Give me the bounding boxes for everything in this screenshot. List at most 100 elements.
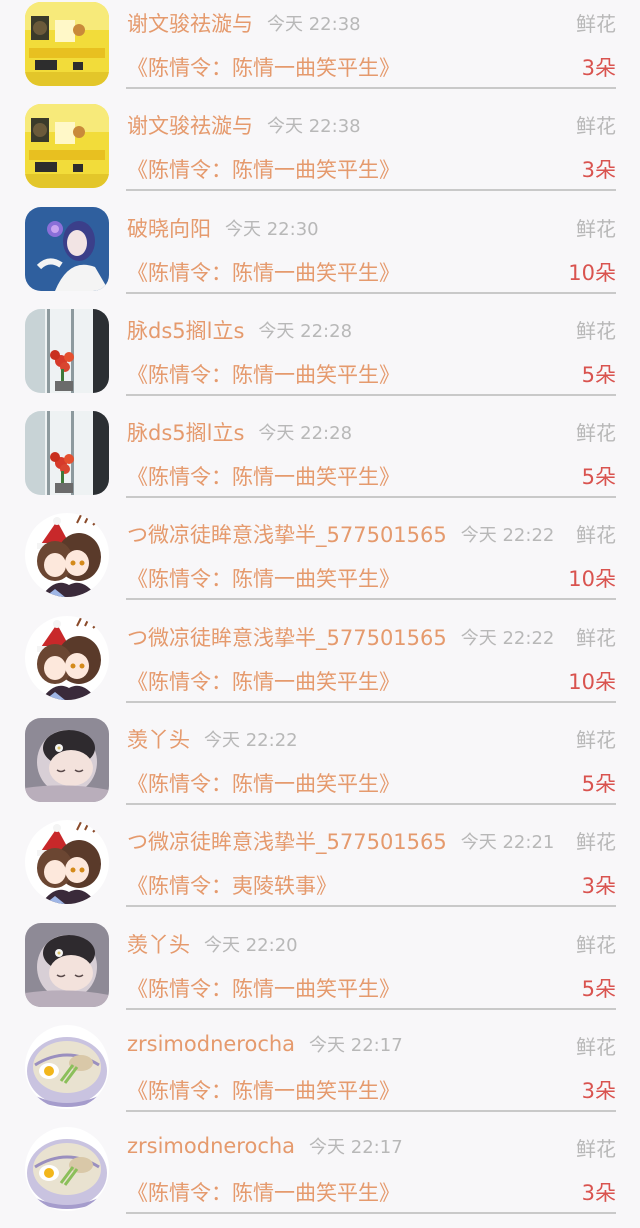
- gift-type-label: 鲜花: [576, 625, 616, 650]
- timestamp: 今天 22:30: [225, 218, 319, 240]
- username[interactable]: 谢文骏祛漩与: [127, 12, 253, 36]
- timestamp: 今天 22:22: [460, 525, 555, 547]
- username[interactable]: つ微凉徒眸意浅挚半_577501565: [127, 626, 447, 650]
- divider: [126, 189, 616, 192]
- gift-count: 3朵: [581, 56, 616, 80]
- book-title-link[interactable]: 《陈情令：陈情一曲笑平生》: [127, 977, 400, 1001]
- book-title-link[interactable]: 《陈情令：陈情一曲笑平生》: [127, 158, 400, 182]
- timestamp: 今天 22:21: [460, 832, 555, 854]
- gift-type-label: 鲜花: [576, 12, 616, 36]
- book-line: 《陈情令：陈情一曲笑平生》 3朵: [127, 1177, 616, 1207]
- book-line: 《陈情令：陈情一曲笑平生》 5朵: [127, 973, 616, 1003]
- user-line: zrsimodnerocha 今天 22:17 鲜花: [127, 1133, 616, 1163]
- username[interactable]: 脉ds5搁l立s: [127, 319, 244, 343]
- list-item[interactable]: 谢文骏祛漩与 今天 22:38 鲜花 《陈情令：陈情一曲笑平生》 3朵: [0, 102, 640, 204]
- list-item[interactable]: 羡丫头 今天 22:22 鲜花 《陈情令：陈情一曲笑平生》 5朵: [0, 716, 640, 818]
- gift-type-label: 鲜花: [576, 1034, 616, 1059]
- divider: [126, 803, 616, 806]
- divider: [126, 496, 616, 499]
- gift-type-label: 鲜花: [576, 421, 616, 446]
- user-line: つ微凉徒眸意浅挚半_577501565 今天 22:22 鲜花: [127, 622, 616, 652]
- user-line: つ微凉徒眸意浅挚半_577501565 今天 22:21 鲜花: [127, 826, 616, 856]
- list-item[interactable]: 羡丫头 今天 22:20 鲜花 《陈情令：陈情一曲笑平生》 5朵: [0, 921, 640, 1023]
- avatar-window-flowers[interactable]: [25, 308, 109, 393]
- book-title-link[interactable]: 《陈情令：陈情一曲笑平生》: [127, 1181, 400, 1205]
- book-title-link[interactable]: 《陈情令：陈情一曲笑平生》: [127, 363, 400, 387]
- book-title-link[interactable]: 《陈情令：陈情一曲笑平生》: [127, 772, 400, 796]
- timestamp: 今天 22:28: [258, 423, 353, 445]
- book-title-link[interactable]: 《陈情令：夷陵轶事》: [127, 874, 337, 898]
- book-title-link[interactable]: 《陈情令：陈情一曲笑平生》: [127, 1079, 400, 1103]
- book-title-link[interactable]: 《陈情令：陈情一曲笑平生》: [127, 56, 400, 80]
- book-title-link[interactable]: 《陈情令：陈情一曲笑平生》: [127, 670, 400, 694]
- gift-count: 10朵: [568, 260, 616, 285]
- user-line: 羡丫头 今天 22:20 鲜花: [127, 929, 616, 959]
- avatar-sleeping-baby[interactable]: [25, 922, 109, 1007]
- book-line: 《陈情令：陈情一曲笑平生》 10朵: [127, 257, 616, 287]
- gift-list: 谢文骏祛漩与 今天 22:38 鲜花 《陈情令：陈情一曲笑平生》 3朵 谢文骏祛漩…: [0, 0, 640, 1228]
- gift-type-label: 鲜花: [576, 830, 616, 855]
- book-title-link[interactable]: 《陈情令：陈情一曲笑平生》: [127, 465, 400, 489]
- book-title-link[interactable]: 《陈情令：陈情一曲笑平生》: [127, 261, 400, 285]
- list-item[interactable]: 谢文骏祛漩与 今天 22:38 鲜花 《陈情令：陈情一曲笑平生》 3朵: [0, 0, 640, 102]
- book-line: 《陈情令：陈情一曲笑平生》 5朵: [127, 461, 616, 491]
- divider: [126, 291, 616, 294]
- gift-type-label: 鲜花: [576, 216, 616, 241]
- gift-type-label: 鲜花: [576, 1137, 616, 1162]
- divider: [126, 700, 616, 703]
- timestamp: 今天 22:22: [204, 730, 298, 752]
- username[interactable]: 破晓向阳: [127, 217, 211, 241]
- user-line: zrsimodnerocha 今天 22:17 鲜花: [127, 1031, 616, 1061]
- book-line: 《陈情令：陈情一曲笑平生》 3朵: [127, 154, 616, 184]
- list-item[interactable]: つ微凉徒眸意浅挚半_577501565 今天 22:21 鲜花 《陈情令：夷陵轶事…: [0, 818, 640, 920]
- gift-type-label: 鲜花: [576, 932, 616, 957]
- avatar-blue-girl[interactable]: [25, 206, 109, 291]
- divider: [126, 598, 616, 601]
- username[interactable]: 羡丫头: [127, 728, 190, 752]
- gift-count: 3朵: [581, 1078, 616, 1103]
- list-item[interactable]: つ微凉徒眸意浅挚半_577501565 今天 22:22 鲜花 《陈情令：陈情一曲…: [0, 614, 640, 716]
- list-item[interactable]: 脉ds5搁l立s 今天 22:28 鲜花 《陈情令：陈情一曲笑平生》 5朵: [0, 409, 640, 511]
- book-line: 《陈情令：陈情一曲笑平生》 3朵: [127, 52, 616, 82]
- timestamp: 今天 22:17: [309, 1034, 403, 1056]
- username[interactable]: 羡丫头: [127, 933, 190, 957]
- book-title-link[interactable]: 《陈情令：陈情一曲笑平生》: [127, 567, 400, 591]
- list-item[interactable]: つ微凉徒眸意浅挚半_577501565 今天 22:22 鲜花 《陈情令：陈情一曲…: [0, 511, 640, 613]
- avatar-anime-christmas[interactable]: [25, 513, 109, 598]
- avatar-ramen-bowl[interactable]: [25, 1024, 109, 1109]
- book-line: 《陈情令：陈情一曲笑平生》 10朵: [127, 666, 616, 696]
- gift-type-label: 鲜花: [576, 114, 616, 139]
- avatar-anime-christmas[interactable]: [25, 615, 109, 700]
- list-item[interactable]: 脉ds5搁l立s 今天 22:28 鲜花 《陈情令：陈情一曲笑平生》 5朵: [0, 307, 640, 409]
- divider: [126, 1007, 616, 1010]
- avatar-sleeping-baby[interactable]: [25, 718, 109, 803]
- list-item[interactable]: 破晓向阳 今天 22:30 鲜花 《陈情令：陈情一曲笑平生》 10朵: [0, 205, 640, 307]
- divider: [126, 87, 616, 89]
- avatar-ramen-bowl[interactable]: [25, 1127, 109, 1212]
- timestamp: 今天 22:20: [204, 934, 298, 956]
- username[interactable]: 谢文骏祛漩与: [127, 114, 253, 138]
- username[interactable]: 脉ds5搁l立s: [127, 421, 244, 445]
- user-line: 谢文骏祛漩与 今天 22:38 鲜花: [127, 8, 616, 38]
- user-line: 破晓向阳 今天 22:30 鲜花: [127, 213, 616, 243]
- avatar-yellow-room[interactable]: [25, 104, 109, 189]
- book-line: 《陈情令：夷陵轶事》 3朵: [127, 870, 616, 900]
- username[interactable]: zrsimodnerocha: [127, 1134, 295, 1158]
- list-item[interactable]: zrsimodnerocha 今天 22:17 鲜花 《陈情令：陈情一曲笑平生》 …: [0, 1023, 640, 1125]
- username[interactable]: zrsimodnerocha: [127, 1032, 295, 1056]
- gift-type-label: 鲜花: [576, 523, 616, 548]
- timestamp: 今天 22:22: [460, 627, 555, 649]
- user-line: 谢文骏祛漩与 今天 22:38 鲜花: [127, 110, 616, 140]
- gift-count: 5朵: [581, 362, 616, 387]
- list-item[interactable]: zrsimodnerocha 今天 22:17 鲜花 《陈情令：陈情一曲笑平生》 …: [0, 1125, 640, 1227]
- timestamp: 今天 22:38: [267, 116, 361, 138]
- avatar-window-flowers[interactable]: [25, 411, 109, 496]
- avatar-yellow-room[interactable]: [25, 2, 109, 86]
- username[interactable]: つ微凉徒眸意浅挚半_577501565: [127, 523, 447, 547]
- avatar-anime-christmas[interactable]: [25, 820, 109, 905]
- gift-count: 3朵: [581, 158, 616, 183]
- divider: [126, 393, 616, 396]
- timestamp: 今天 22:28: [258, 320, 353, 342]
- username[interactable]: つ微凉徒眸意浅挚半_577501565: [127, 830, 447, 854]
- user-line: 脉ds5搁l立s 今天 22:28 鲜花: [127, 315, 616, 345]
